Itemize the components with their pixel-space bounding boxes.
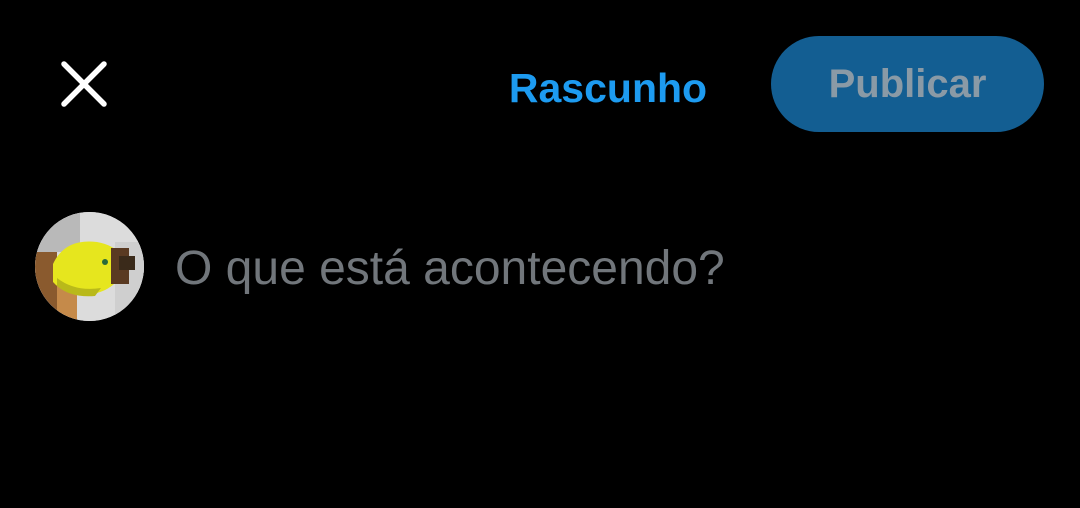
compose-header: Rascunho Publicar — [0, 0, 1080, 170]
compose-area — [0, 200, 1080, 340]
publish-button[interactable]: Publicar — [771, 36, 1044, 132]
draft-button[interactable]: Rascunho — [488, 58, 728, 118]
close-icon — [61, 61, 107, 107]
avatar[interactable] — [35, 212, 144, 321]
user-avatar-image — [35, 212, 144, 321]
compose-input[interactable] — [175, 230, 1035, 306]
close-button[interactable] — [50, 50, 118, 118]
